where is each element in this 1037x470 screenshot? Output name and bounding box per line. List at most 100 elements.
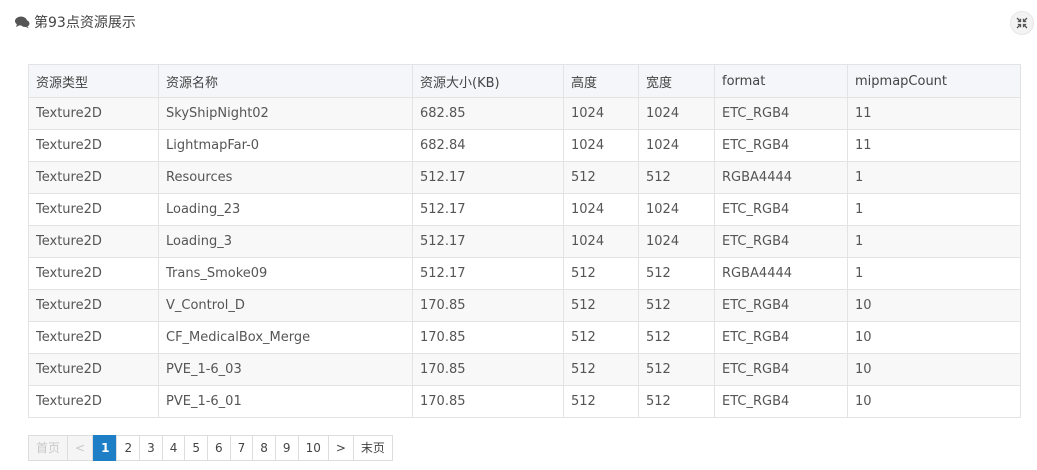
table-cell: 1024 <box>563 97 639 130</box>
table-cell: ETC_RGB4 <box>714 129 848 162</box>
table-cell: 1024 <box>638 225 715 258</box>
table-cell: Texture2D <box>28 225 159 258</box>
panel-title: 第93点资源展示 <box>34 15 136 31</box>
table-row: Texture2D SkyShipNight02 682.85 1024 1024 ETC… <box>28 97 1021 130</box>
resource-table: 资源类型 资源名称 资源大小(KB) 高度 宽度 format mipmapCount Te… <box>28 64 1021 418</box>
table-cell: Texture2D <box>28 161 159 194</box>
page-number-button[interactable]: 3 <box>139 435 163 461</box>
table-cell: ETC_RGB4 <box>714 321 848 354</box>
table-cell: 10 <box>847 321 1021 354</box>
table-cell: Loading_3 <box>158 225 413 258</box>
table-cell: ETC_RGB4 <box>714 225 848 258</box>
table-row: Texture2D Resources 512.17 512 512 RGBA4444 1 <box>28 161 1021 194</box>
table-cell: 1 <box>847 257 1021 290</box>
table-cell: 11 <box>847 97 1021 130</box>
column-header: 资源类型 <box>28 64 159 98</box>
comments-icon <box>14 14 30 30</box>
table-cell: ETC_RGB4 <box>714 385 848 418</box>
table-cell: Loading_23 <box>158 193 413 226</box>
table-row: Texture2D V_Control_D 170.85 512 512 ETC_RGB4… <box>28 289 1021 322</box>
page-number-button[interactable]: 5 <box>184 435 208 461</box>
table-cell: 1024 <box>638 97 715 130</box>
table-cell: 682.85 <box>412 97 564 130</box>
page-number-button[interactable]: 1 <box>93 435 118 461</box>
table-header-row: 资源类型 资源名称 资源大小(KB) 高度 宽度 format mipmapCount <box>28 64 1021 98</box>
table-cell: ETC_RGB4 <box>714 353 848 386</box>
table-body: Texture2D SkyShipNight02 682.85 1024 1024 ETC… <box>28 97 1021 418</box>
table-cell: RGBA4444 <box>714 161 848 194</box>
table-cell: 512 <box>563 257 639 290</box>
table-cell: PVE_1-6_01 <box>158 385 413 418</box>
table-cell: 11 <box>847 129 1021 162</box>
table-cell: Texture2D <box>28 129 159 162</box>
table-cell: ETC_RGB4 <box>714 193 848 226</box>
table-cell: 512 <box>563 161 639 194</box>
page-number-button[interactable]: 4 <box>161 435 186 461</box>
table-cell: Texture2D <box>28 257 159 290</box>
table-cell: 170.85 <box>412 353 564 386</box>
resource-table-container: 资源类型 资源名称 资源大小(KB) 高度 宽度 format mipmapCount Te… <box>28 64 1021 418</box>
page-number-button[interactable]: 10 <box>297 435 329 461</box>
compress-icon <box>1016 14 1028 33</box>
table-cell: 1024 <box>638 193 715 226</box>
table-cell: 512 <box>563 321 639 354</box>
table-cell: ETC_RGB4 <box>714 97 848 130</box>
page-number-button[interactable]: 9 <box>274 435 299 461</box>
table-cell: Texture2D <box>28 321 159 354</box>
page-number-button[interactable]: 8 <box>252 435 276 461</box>
table-cell: Texture2D <box>28 289 159 322</box>
last-page-button[interactable]: 末页 <box>352 435 393 461</box>
table-cell: 512.17 <box>412 257 564 290</box>
table-cell: Trans_Smoke09 <box>158 257 413 290</box>
table-cell: 512 <box>638 385 715 418</box>
table-cell: ETC_RGB4 <box>714 289 848 322</box>
table-cell: 1024 <box>563 129 639 162</box>
table-cell: 682.84 <box>412 129 564 162</box>
next-page-button[interactable]: > <box>327 435 354 461</box>
table-cell: RGBA4444 <box>714 257 848 290</box>
table-cell: LightmapFar-0 <box>158 129 413 162</box>
table-cell: 1 <box>847 193 1021 226</box>
table-cell: 10 <box>847 353 1021 386</box>
table-cell: Texture2D <box>28 385 159 418</box>
table-cell: 170.85 <box>412 289 564 322</box>
table-cell: 10 <box>847 385 1021 418</box>
table-cell: Texture2D <box>28 193 159 226</box>
table-row: Texture2D Trans_Smoke09 512.17 512 512 RGBA44… <box>28 257 1021 290</box>
table-cell: 512.17 <box>412 161 564 194</box>
table-cell: 512 <box>638 161 715 194</box>
pagination: 首页 < 1 2 3 4 5 6 7 8 9 10 > 末页 <box>28 435 393 461</box>
resource-panel: 第93点资源展示 资源类型 资源名称 资源大小(KB) 高度 宽度 format… <box>0 0 1037 470</box>
table-cell: 512.17 <box>412 193 564 226</box>
page-number-button[interactable]: 7 <box>229 435 254 461</box>
table-cell: 1024 <box>638 129 715 162</box>
page-number-button[interactable]: 6 <box>207 435 231 461</box>
table-cell: 512 <box>638 289 715 322</box>
table-row: Texture2D CF_MedicalBox_Merge 170.85 512 512… <box>28 321 1021 354</box>
table-cell: PVE_1-6_03 <box>158 353 413 386</box>
table-cell: Resources <box>158 161 413 194</box>
table-cell: 170.85 <box>412 321 564 354</box>
table-cell: 512.17 <box>412 225 564 258</box>
table-cell: 1 <box>847 161 1021 194</box>
table-cell: V_Control_D <box>158 289 413 322</box>
prev-page-button[interactable]: < <box>67 435 94 461</box>
table-cell: 512 <box>563 289 639 322</box>
table-cell: 1024 <box>563 225 639 258</box>
table-cell: 512 <box>563 385 639 418</box>
page-number-button[interactable]: 2 <box>116 435 141 461</box>
table-cell: 512 <box>563 353 639 386</box>
table-row: Texture2D PVE_1-6_01 170.85 512 512 ETC_RGB4 1… <box>28 385 1021 418</box>
first-page-button[interactable]: 首页 <box>28 435 69 461</box>
table-row: Texture2D Loading_23 512.17 1024 1024 ETC_RGB… <box>28 193 1021 226</box>
column-header: 资源名称 <box>158 64 413 98</box>
column-header: mipmapCount <box>847 64 1021 98</box>
compress-window-button[interactable] <box>1010 11 1034 35</box>
table-cell: Texture2D <box>28 97 159 130</box>
table-row: Texture2D PVE_1-6_03 170.85 512 512 ETC_RGB4 1… <box>28 353 1021 386</box>
column-header: 高度 <box>563 64 639 98</box>
column-header: format <box>714 64 848 98</box>
table-cell: 512 <box>638 353 715 386</box>
table-row: Texture2D LightmapFar-0 682.84 1024 1024 ETC_… <box>28 129 1021 162</box>
table-cell: SkyShipNight02 <box>158 97 413 130</box>
